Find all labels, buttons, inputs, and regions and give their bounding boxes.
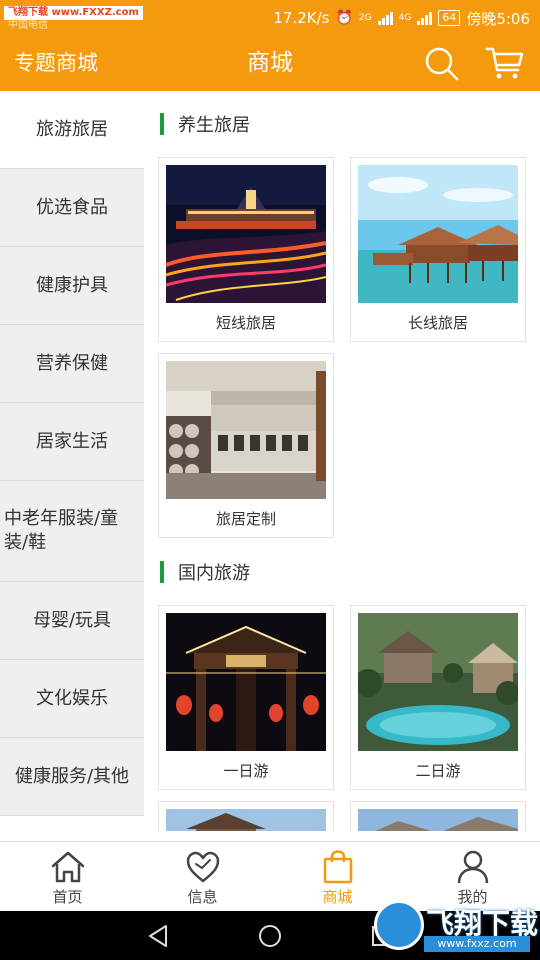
sidebar-item-culture[interactable]: 文化娱乐 [0, 660, 144, 738]
watermark-url: www.fxxz.com [424, 936, 530, 952]
status-indicators: 17.2K/s ⏰ 2G 4G 64 傍晚5:06 [273, 8, 530, 28]
search-button[interactable] [422, 44, 462, 82]
card-image [166, 613, 326, 751]
nav-item-info[interactable]: 信息 [135, 842, 270, 911]
card-label: 旅居定制 [215, 510, 276, 528]
user-icon [457, 850, 488, 884]
card-label: 二日游 [415, 762, 461, 780]
section-title: 养生旅居 [178, 115, 250, 136]
nav-label: 首页 [52, 888, 83, 906]
status-bar: 飞翔下载 www.FXXZ.com 中国电信 17.2K/s ⏰ 2G 4G 6… [0, 0, 540, 34]
battery-icon: 64 [438, 10, 461, 26]
card-label: 长线旅居 [407, 314, 468, 332]
app-header: 专题商城 商城 [0, 34, 540, 91]
heart-icon [186, 851, 219, 883]
section-accent-bar [160, 561, 164, 583]
sidebar-item-label: 营养保健 [36, 352, 108, 374]
sidebar-item-baby-toys[interactable]: 母婴/玩具 [0, 582, 144, 660]
category-sidebar: 旅游旅居 优选食品 健康护具 营养保健 居家生活 中老年服装/童装/鞋 母婴/玩… [0, 91, 144, 841]
sidebar-item-label: 中老年服装/童装/鞋 [4, 508, 119, 553]
signal-icon [377, 11, 393, 25]
signal-icon-2 [417, 11, 433, 25]
network-4g-label: 4G [398, 13, 412, 23]
carrier-name: 中国电信 [8, 20, 48, 31]
shopping-bag-icon [323, 850, 352, 884]
card-image [358, 613, 518, 751]
card-label: 短线旅居 [215, 314, 276, 332]
sidebar-item-label: 母婴/玩具 [32, 609, 112, 631]
nav-label: 信息 [187, 888, 218, 906]
sidebar-item-label: 健康服务/其他 [14, 765, 130, 787]
section-header: 养生旅居 [160, 112, 250, 136]
section-accent-bar [160, 113, 164, 135]
sidebar-item-nutrition[interactable]: 营养保健 [0, 325, 144, 403]
network-speed: 17.2K/s [273, 9, 330, 27]
section-title: 国内旅游 [178, 563, 250, 584]
sidebar-item-label: 居家生活 [36, 430, 108, 452]
product-card-one-day-tour[interactable]: 一日游 [158, 605, 334, 790]
sidebar-item-travel[interactable]: 旅游旅居 [0, 91, 144, 169]
topic-mall-link[interactable]: 专题商城 [14, 49, 98, 77]
watermark-circle-icon [374, 900, 424, 950]
sidebar-item-label: 健康护具 [36, 274, 108, 296]
sidebar-item-label: 旅游旅居 [36, 118, 108, 140]
card-image [358, 165, 518, 303]
product-card-two-day-tour[interactable]: 二日游 [350, 605, 526, 790]
cart-icon [485, 47, 524, 79]
sidebar-item-food[interactable]: 优选食品 [0, 169, 144, 247]
sidebar-item-clothing[interactable]: 中老年服装/童装/鞋 [0, 481, 144, 582]
back-icon[interactable] [146, 923, 172, 949]
clock: 傍晚5:06 [466, 9, 530, 28]
card-label: 一日游 [223, 762, 269, 780]
card-image [166, 361, 326, 499]
product-card-tour-4[interactable] [350, 801, 526, 831]
sidebar-item-health-service[interactable]: 健康服务/其他 [0, 738, 144, 816]
sidebar-item-label: 文化娱乐 [36, 687, 108, 709]
product-card-long-stay[interactable]: 长线旅居 [350, 157, 526, 342]
product-content: 养生旅居 短线旅居 长线旅居 旅居定制 国内旅游 一日游 二日游 [144, 91, 540, 831]
sidebar-item-health-gear[interactable]: 健康护具 [0, 247, 144, 325]
product-card-custom-stay[interactable]: 旅居定制 [158, 353, 334, 538]
watermark-logo: 飞翔下载 www.fxxz.com [374, 898, 538, 956]
network-2g-label: 2G [358, 13, 372, 23]
watermark-badge: 飞翔下载 www.FXXZ.com [4, 6, 143, 20]
product-card-short-stay[interactable]: 短线旅居 [158, 157, 334, 342]
nav-item-home[interactable]: 首页 [0, 842, 135, 911]
search-icon [425, 47, 459, 81]
cart-button[interactable] [484, 44, 526, 82]
card-image [358, 809, 518, 831]
sidebar-item-label: 优选食品 [36, 196, 108, 218]
home-circle-icon[interactable] [257, 923, 283, 949]
card-image [166, 165, 326, 303]
home-icon [51, 851, 84, 883]
section-header: 国内旅游 [160, 560, 250, 584]
alarm-icon: ⏰ [335, 10, 353, 26]
sidebar-item-home-living[interactable]: 居家生活 [0, 403, 144, 481]
product-card-tour-3[interactable] [158, 801, 334, 831]
card-image [166, 809, 326, 831]
